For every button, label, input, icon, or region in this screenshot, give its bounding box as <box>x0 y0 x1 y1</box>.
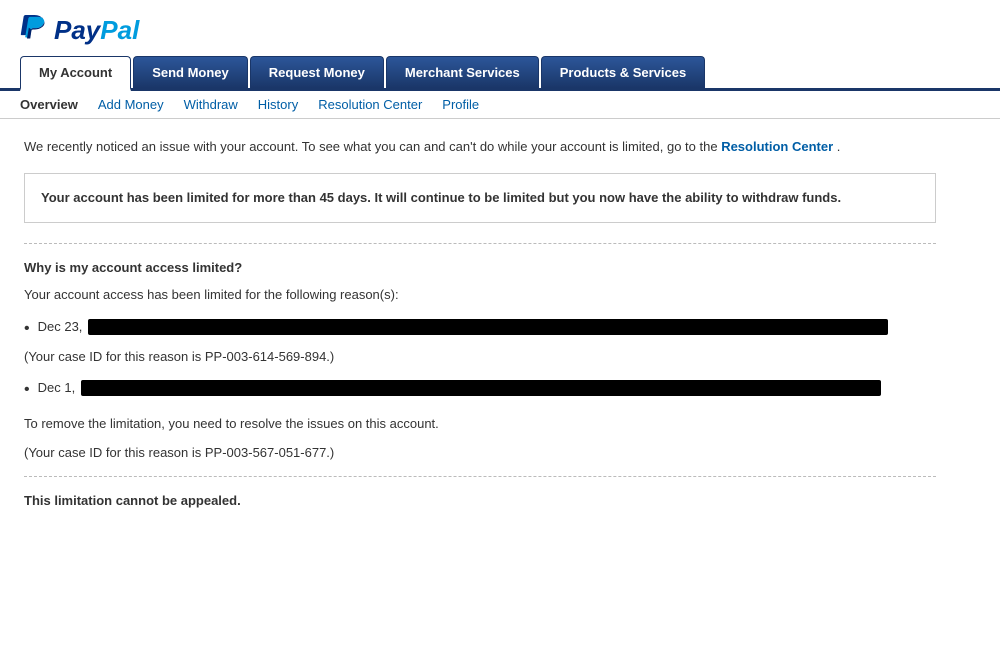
case-id-1: (Your case ID for this reason is PP-003-… <box>24 349 936 364</box>
bullet-item-1: Dec 23, <box>24 317 936 341</box>
bullet-item-2-redacted <box>81 380 881 396</box>
case-id-2: (Your case ID for this reason is PP-003-… <box>24 445 936 460</box>
section-heading-why-limited: Why is my account access limited? <box>24 260 936 275</box>
resolution-center-link[interactable]: Resolution Center <box>721 139 833 154</box>
warning-box: Your account has been limited for more t… <box>24 173 936 224</box>
sub-nav-resolution-center[interactable]: Resolution Center <box>318 97 422 112</box>
paypal-logo-text: PayPal <box>54 15 139 46</box>
bullet-item-2: Dec 1, <box>24 378 936 402</box>
sub-nav-profile[interactable]: Profile <box>442 97 479 112</box>
nav-tab-request-money[interactable]: Request Money <box>250 56 384 88</box>
nav-tab-my-account[interactable]: My Account <box>20 56 131 91</box>
final-heading: This limitation cannot be appealed. <box>24 493 936 508</box>
nav-tab-send-money[interactable]: Send Money <box>133 56 248 88</box>
main-content: We recently noticed an issue with your a… <box>0 119 960 536</box>
bullet-item-1-date: Dec 23, <box>38 317 83 337</box>
bullet-item-1-redacted <box>88 319 888 335</box>
divider-2 <box>24 476 936 477</box>
sub-nav-history[interactable]: History <box>258 97 298 112</box>
reason-intro-text: Your account access has been limited for… <box>24 285 936 305</box>
main-nav: My Account Send Money Request Money Merc… <box>0 56 1000 91</box>
bullet-item-2-text: Dec 1, <box>38 378 882 398</box>
nav-tab-products-services[interactable]: Products & Services <box>541 56 705 88</box>
bullet-item-1-text: Dec 23, <box>38 317 889 337</box>
nav-tab-merchant-services[interactable]: Merchant Services <box>386 56 539 88</box>
paypal-logo: PayPal <box>20 14 980 46</box>
notice-text-after: . <box>837 139 841 154</box>
sub-nav-withdraw[interactable]: Withdraw <box>184 97 238 112</box>
warning-text: Your account has been limited for more t… <box>41 190 841 205</box>
bullet-item-2-date: Dec 1, <box>38 378 76 398</box>
paypal-p-icon <box>20 14 48 46</box>
notice-text-before: We recently noticed an issue with your a… <box>24 139 718 154</box>
sub-nav-add-money[interactable]: Add Money <box>98 97 164 112</box>
remove-limitation-text: To remove the limitation, you need to re… <box>24 414 936 434</box>
header: PayPal <box>0 0 1000 56</box>
notice-paragraph: We recently noticed an issue with your a… <box>24 137 936 157</box>
sub-nav: Overview Add Money Withdraw History Reso… <box>0 91 1000 119</box>
sub-nav-overview[interactable]: Overview <box>20 97 78 112</box>
divider-1 <box>24 243 936 244</box>
